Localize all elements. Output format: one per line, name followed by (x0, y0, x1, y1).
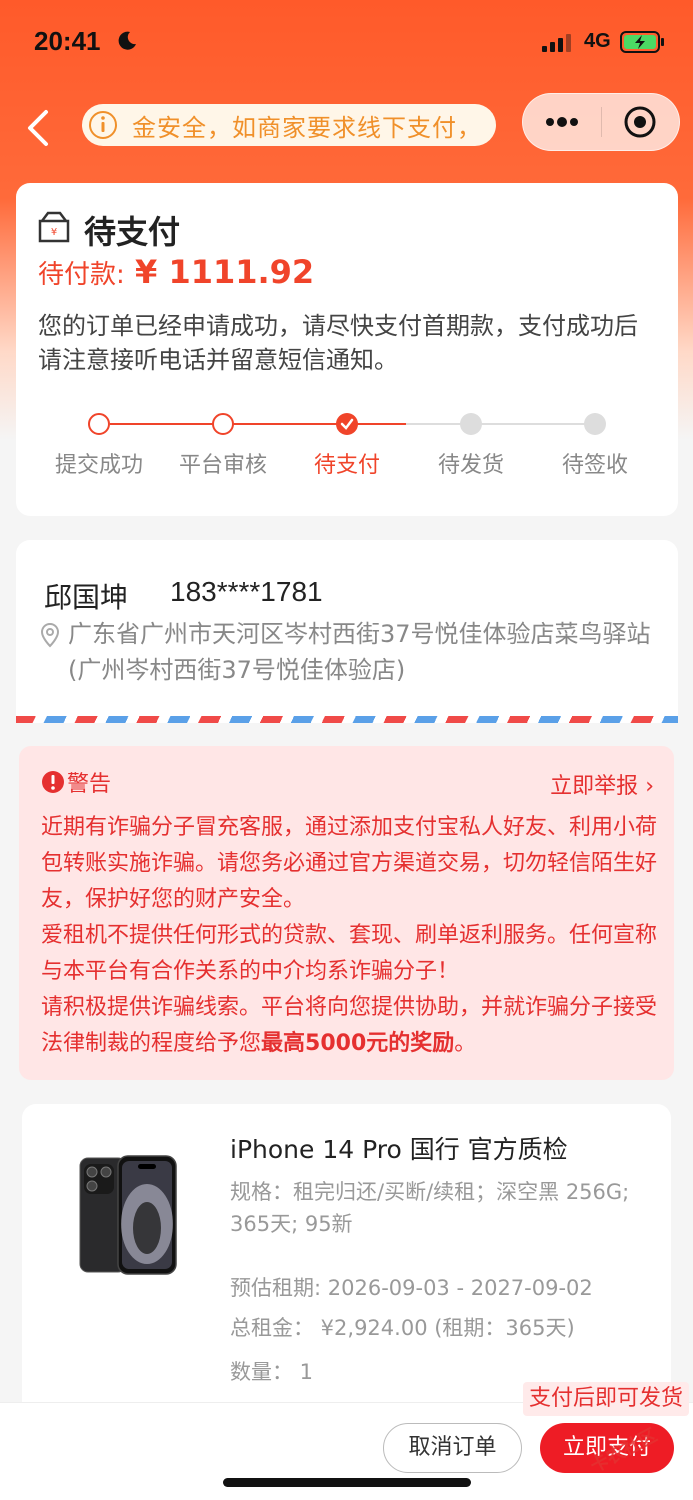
total-rent: 总租金： ¥2,924.00 (租期：365天) (230, 1316, 575, 1340)
warning-p3-suffix: 。 (454, 1031, 477, 1056)
more-button[interactable] (523, 93, 601, 151)
notice-text: 金安全，如商家要求线下支付， (132, 113, 482, 142)
pay-row: 待付款: ¥ 1111.92 (38, 253, 314, 291)
wallet-icon: ¥ (38, 211, 70, 243)
warning-icon (42, 771, 64, 793)
address-detail: 广东省广州市天河区岑村西街37号悦佳体验店菜鸟驿站(广州岑村西街37号悦佳体验店… (68, 620, 651, 684)
recipient-name: 邱国坤 (44, 581, 129, 614)
battery-charging-icon (620, 31, 664, 53)
status-description: 您的订单已经申请成功，请尽快支付首期款，支付成功后请注意接听电话并留意短信通知。 (38, 312, 638, 374)
product-image (79, 1155, 177, 1275)
status-title: 待支付 (84, 213, 181, 251)
signal-icon (542, 34, 571, 52)
step-label: 待发货 (437, 453, 504, 478)
progress-node-current (336, 413, 358, 435)
cancel-order-button[interactable]: 取消订单 (383, 1423, 522, 1473)
mini-program-capsule (522, 93, 680, 151)
step-label: 平台审核 (178, 453, 267, 478)
moon-icon (118, 31, 136, 50)
location-pin-icon (40, 622, 60, 648)
rent-period: 预估租期: 2026-09-03 - 2027-09-02 (230, 1276, 593, 1300)
step-label: 提交成功 (54, 453, 143, 478)
recipient-phone: 183****1781 (170, 576, 323, 607)
progress-node-pending (460, 413, 482, 435)
warning-title: 警告 (67, 772, 112, 797)
home-indicator (223, 1478, 471, 1487)
progress-node-done (212, 413, 234, 435)
quantity: 数量： 1 (230, 1360, 314, 1384)
product-spec: 规格：租完归还/买断/续租；深空黑 256G; 365天; 95新 (230, 1180, 630, 1236)
status-bar: 20:41 4G (0, 0, 693, 86)
pay-label: 待付款: (38, 260, 125, 290)
step-label-current: 待支付 (313, 453, 380, 478)
pay-amount: ¥ 1111.92 (135, 253, 315, 291)
warning-paragraph-3: 请积极提供诈骗线索。平台将向您提供协助，并就诈骗分子接受法律制裁的程度给予您最高… (41, 990, 659, 1062)
target-close-icon (624, 106, 656, 138)
warning-card: 警告 立即举报 › 近期有诈骗分子冒充客服，通过添加支付宝私人好友、利用小荷包转… (19, 746, 674, 1080)
check-icon (340, 418, 354, 430)
ship-tip-badge: 支付后即可发货 (522, 1382, 689, 1416)
reward-highlight: 最高5000元的奖励 (261, 1031, 455, 1056)
status-time: 20:41 (34, 26, 101, 56)
progress-node-pending (584, 413, 606, 435)
progress-line (110, 423, 358, 425)
report-link[interactable]: 立即举报 › (550, 768, 654, 800)
address-card[interactable]: 邱国坤 183****1781 广东省广州市天河区岑村西街37号悦佳体验店菜鸟驿… (16, 540, 678, 723)
airmail-border (16, 716, 678, 723)
progress-node-done (88, 413, 110, 435)
step-label: 待签收 (561, 453, 628, 478)
back-arrow-icon[interactable] (20, 108, 56, 148)
warning-paragraph-2: 爱租机不提供任何形式的贷款、套现、刷单返利服务。任何宣称与本平台有合作关系的中介… (41, 923, 658, 984)
warning-paragraph-1: 近期有诈骗分子冒充客服，通过添加支付宝私人好友、利用小荷包转账实施诈骗。请您务必… (41, 815, 658, 912)
svg-text:¥: ¥ (51, 227, 57, 238)
more-dots-icon (545, 117, 578, 127)
close-mini-program-button[interactable] (602, 93, 680, 151)
progress-line (406, 423, 594, 425)
info-icon (89, 111, 117, 139)
order-status-card: ¥ 待支付 待付款: ¥ 1111.92 您的订单已经申请成功，请尽快支付首期款… (16, 183, 678, 516)
network-type: 4G (584, 30, 611, 52)
product-card[interactable]: iPhone 14 Pro 国行 官方质检 规格：租完归还/买断/续租；深空黑 … (22, 1104, 671, 1404)
progress-line (358, 423, 406, 425)
notice-bar: 金安全，如商家要求线下支付， (82, 104, 496, 146)
chevron-right-icon: › (645, 774, 654, 799)
report-link-label: 立即举报 (550, 774, 639, 799)
product-name: iPhone 14 Pro 国行 官方质检 (230, 1135, 568, 1164)
